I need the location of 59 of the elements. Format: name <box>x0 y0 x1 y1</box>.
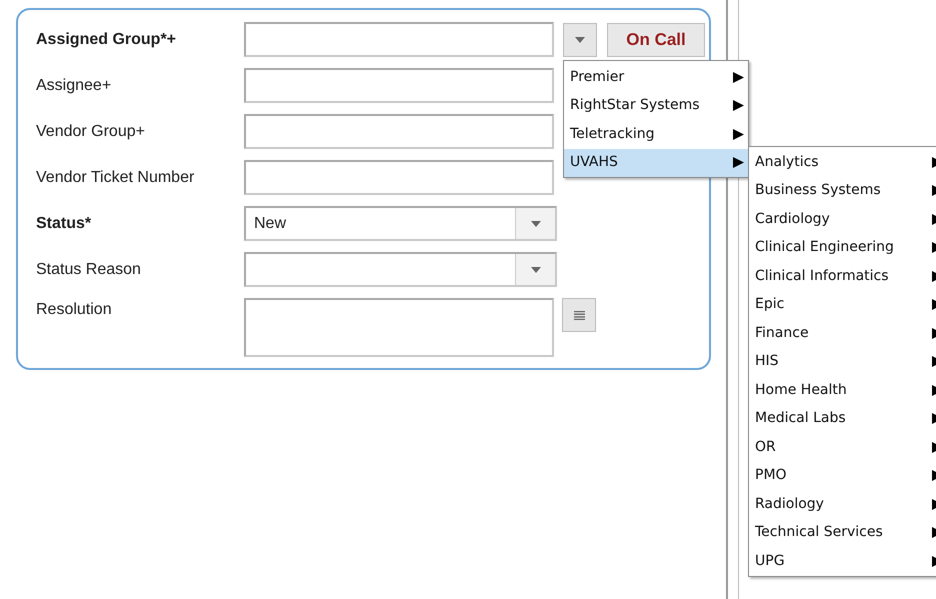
text-field[interactable] <box>244 22 554 57</box>
menu-item-label: Premier <box>570 68 624 87</box>
lines-icon <box>574 310 584 320</box>
dropdown-caret-icon <box>575 36 585 42</box>
select-field[interactable]: New <box>244 206 557 241</box>
menu-item-label: Analytics <box>755 152 819 172</box>
menu-item[interactable]: PMO <box>749 462 936 490</box>
menu-item[interactable]: OR <box>749 433 936 462</box>
menu-item-label: Radiology <box>755 494 824 514</box>
expand-button[interactable] <box>562 298 596 332</box>
menu-item[interactable]: Clinical Informatics <box>749 262 936 290</box>
menu-item-label: Teletracking <box>570 124 655 144</box>
menu-item[interactable]: Clinical Engineering <box>749 234 936 262</box>
menu-item[interactable]: Finance <box>749 319 936 348</box>
menu-item-label: Epic <box>755 295 784 314</box>
menu-item[interactable]: Medical Labs <box>749 404 936 433</box>
menu-item[interactable]: Technical Services <box>749 518 936 547</box>
on-call-button[interactable]: On Call <box>607 22 705 56</box>
menu-item[interactable]: UPG <box>749 547 936 576</box>
text-field[interactable] <box>244 68 554 103</box>
text-area[interactable] <box>244 298 554 357</box>
menu-item[interactable]: Epic <box>749 290 936 319</box>
field-label: Assignee+ <box>36 76 112 96</box>
menu-item-label: Clinical Engineering <box>755 238 894 258</box>
menu-item-label: Home Health <box>755 380 847 400</box>
dropdown-caret-icon <box>530 266 540 272</box>
menu-item-label: HIS <box>755 352 779 372</box>
menu-item[interactable]: Business Systems <box>749 176 936 205</box>
text-field[interactable] <box>244 160 554 195</box>
dropdown-caret-icon <box>530 220 540 226</box>
field-label: Status* <box>36 214 92 234</box>
menu-item[interactable]: UVAHS <box>564 148 748 177</box>
menu-item[interactable]: Cardiology <box>749 205 936 234</box>
menu-item-label: PMO <box>755 466 787 486</box>
select-field[interactable] <box>244 252 557 287</box>
menu-item[interactable]: Analytics <box>749 148 936 176</box>
menu-item-label: Technical Services <box>755 523 883 542</box>
menu-item-label: Cardiology <box>755 210 830 229</box>
menu-item[interactable]: RightStar Systems <box>564 92 748 120</box>
menu-item-label: Medical Labs <box>755 409 846 428</box>
text-field[interactable] <box>244 114 554 149</box>
menu-item-label: UVAHS <box>570 153 618 172</box>
dropdown-button[interactable] <box>563 22 597 56</box>
field-label: Status Reason <box>36 260 142 280</box>
menu-item-label: Business Systems <box>755 181 881 200</box>
menu-item[interactable]: Teletracking <box>564 120 748 148</box>
menu-item-label: Clinical Informatics <box>755 266 889 286</box>
menu-item-label: OR <box>755 438 776 457</box>
field-label: Vendor Ticket Number <box>36 168 196 188</box>
field-label: Assigned Group*+ <box>36 30 178 50</box>
menu-item-label: UPG <box>755 552 785 571</box>
menu-item[interactable]: HIS <box>749 348 936 376</box>
field-label: Vendor Group+ <box>36 122 146 142</box>
menu-item[interactable]: Premier <box>564 63 748 92</box>
menu-item-label: Finance <box>755 324 809 343</box>
menu-item-label: RightStar Systems <box>570 96 700 116</box>
menu-item[interactable]: Radiology <box>749 490 936 518</box>
field-label: Resolution <box>36 300 113 320</box>
menu-item[interactable]: Home Health <box>749 376 936 404</box>
